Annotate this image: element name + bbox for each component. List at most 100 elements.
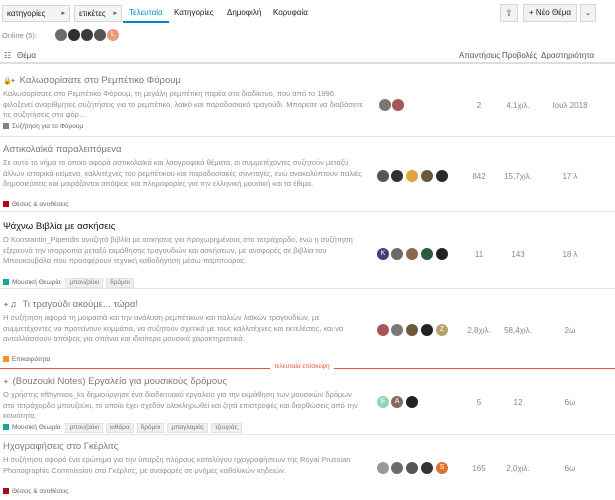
activity-time[interactable]: 6ω bbox=[545, 464, 595, 473]
topic-title: Καλωσορίσατε στο Ρεμπέτικο Φόρουμ bbox=[19, 75, 181, 86]
tab-top-popular[interactable]: Δημοφιλή bbox=[221, 5, 267, 23]
tag[interactable]: τζουράς bbox=[211, 423, 242, 433]
replies-count[interactable]: 842 bbox=[459, 172, 499, 181]
avatar[interactable] bbox=[379, 99, 391, 111]
avatar[interactable]: S bbox=[436, 462, 448, 474]
topic-row: ✦ (Bouzouki Notes) Εργαλείο για μουσικού… bbox=[0, 371, 615, 435]
avatar[interactable]: L bbox=[107, 29, 119, 41]
topic-title: Τι τραγούδι ακούμε... τώρα! bbox=[22, 299, 139, 310]
replies-count[interactable]: 11 bbox=[459, 250, 499, 259]
topic-list-header: ☷ Θέμα Απαντήσεις Προβολές Δραστηριότητα bbox=[0, 48, 615, 64]
tag[interactable]: μπαγλαμάς bbox=[167, 423, 209, 433]
avatar[interactable] bbox=[406, 462, 418, 474]
avatar[interactable] bbox=[391, 170, 403, 182]
topic-row: ✦♫ Τι τραγούδι ακούμε... τώρα! Η συζήτησ… bbox=[0, 290, 615, 367]
topic-meta: Θέσεις & αντιθέσεις bbox=[3, 488, 68, 495]
header-activity[interactable]: Δραστηριότητα bbox=[541, 51, 594, 60]
avatar[interactable] bbox=[81, 29, 93, 41]
new-topic-button[interactable]: + Νέο Θέμα bbox=[523, 4, 577, 22]
topic-title-link[interactable]: Αστικολαϊκά παραλειπόμενα bbox=[3, 144, 121, 155]
header-replies[interactable]: Απαντήσεις bbox=[459, 51, 500, 60]
topic-excerpt[interactable]: Ο Konstantin_Piperidis αναζητά βιβλία με… bbox=[3, 235, 363, 277]
topic-meta: Επικαιρότητα bbox=[3, 356, 50, 363]
category-link[interactable]: Μουσική Θεωρία bbox=[12, 424, 61, 431]
category-link[interactable]: Θέσεις & αντιθέσεις bbox=[12, 201, 68, 208]
avatar[interactable]: Z bbox=[436, 324, 448, 336]
topic-title: (Bouzouki Notes) Εργαλείο για μουσικούς … bbox=[12, 376, 227, 387]
topic-title: Ηχογραφήσεις στο Γκέρλιτς bbox=[3, 441, 119, 452]
bookmark-button[interactable]: ⇪ bbox=[500, 4, 518, 22]
category-link[interactable]: Μουσική Θεωρία bbox=[12, 279, 61, 286]
avatar[interactable] bbox=[421, 170, 433, 182]
topic-row: Ηχογραφήσεις στο Γκέρλιτς Η συζήτηση αφο… bbox=[0, 436, 615, 500]
tag[interactable]: μπουζούκι bbox=[65, 423, 104, 433]
category-link[interactable]: Επικαιρότητα bbox=[12, 356, 50, 363]
topic-title-link[interactable]: 🔒✦ Καλωσορίσατε στο Ρεμπέτικο Φόρουμ bbox=[3, 75, 181, 86]
categories-dropdown[interactable]: κατηγορίες ▸ bbox=[2, 5, 70, 22]
replies-count[interactable]: 2 bbox=[459, 101, 499, 110]
replies-count[interactable]: 165 bbox=[459, 464, 499, 473]
tab-top[interactable]: Κορυφαία bbox=[267, 5, 314, 23]
activity-time[interactable]: 17 λ bbox=[545, 172, 595, 181]
avatar[interactable] bbox=[421, 324, 433, 336]
topic-excerpt[interactable]: Η συζήτηση αφορά τη μοιρασιά και την ανά… bbox=[3, 313, 363, 355]
more-options-button[interactable]: ⌄ bbox=[580, 4, 596, 22]
avatar[interactable] bbox=[55, 29, 67, 41]
topic-title-link[interactable]: Ηχογραφήσεις στο Γκέρλιτς bbox=[3, 441, 118, 452]
caret-right-icon: ▸ bbox=[61, 10, 65, 17]
avatar[interactable] bbox=[421, 462, 433, 474]
tag[interactable]: δρόμοι bbox=[106, 278, 134, 288]
activity-time[interactable]: 6ω bbox=[545, 398, 595, 407]
topic-title-link[interactable]: Ψάχνω Βιβλία με ασκήσεις bbox=[3, 221, 115, 232]
category-link[interactable]: Συζήτηση για το Φόρουμ bbox=[12, 123, 83, 130]
views-count: 4,1χιλ. bbox=[506, 101, 530, 110]
chevron-down-icon: ⌄ bbox=[585, 10, 591, 17]
avatar[interactable]: A bbox=[391, 396, 403, 408]
avatar[interactable] bbox=[436, 170, 448, 182]
topic-excerpt[interactable]: Σε αυτό το νήμα το οποίο αφορά αστικολαϊ… bbox=[3, 158, 363, 200]
avatar[interactable] bbox=[68, 29, 80, 41]
header-topic[interactable]: Θέμα bbox=[17, 51, 36, 60]
category-link[interactable]: Θέσεις & αντιθέσεις bbox=[12, 488, 68, 495]
avatar[interactable] bbox=[406, 324, 418, 336]
replies-count[interactable]: 5 bbox=[459, 398, 499, 407]
tab-categories[interactable]: Κατηγορίες bbox=[168, 5, 220, 23]
avatar[interactable]: K bbox=[377, 248, 389, 260]
top-navigation: κατηγορίες ▸ ετικέτες ▸ Τελευταία Κατηγο… bbox=[0, 0, 615, 26]
topic-title-link[interactable]: ✦ (Bouzouki Notes) Εργαλείο για μουσικού… bbox=[3, 376, 227, 387]
tag[interactable]: κιθάρα bbox=[106, 423, 134, 433]
topic-title-link[interactable]: ✦♫ Τι τραγούδι ακούμε... τώρα! bbox=[3, 299, 138, 310]
activity-time[interactable]: 18 λ bbox=[545, 250, 595, 259]
topic-excerpt[interactable]: Η συζήτηση αφορά ένα ερώτημα για την ύπα… bbox=[3, 455, 363, 487]
avatar[interactable] bbox=[406, 248, 418, 260]
topic-excerpt[interactable]: Καλωσορίσατε στο Ρεμπέτικο Φόρουμ, τη με… bbox=[3, 89, 363, 121]
tag[interactable]: μπουζούκι bbox=[65, 278, 104, 288]
topic-excerpt[interactable]: Ο χρήστης efthymios_ks δημιούργησε ένα δ… bbox=[3, 390, 363, 422]
avatar[interactable] bbox=[377, 324, 389, 336]
avatar[interactable] bbox=[377, 170, 389, 182]
avatar[interactable] bbox=[406, 170, 418, 182]
avatar[interactable] bbox=[406, 396, 418, 408]
header-views[interactable]: Προβολές bbox=[502, 51, 537, 60]
topic-row: Ψάχνω Βιβλία με ασκήσεις Ο Konstantin_Pi… bbox=[0, 213, 615, 289]
avatar[interactable] bbox=[392, 99, 404, 111]
list-icon: ☷ bbox=[4, 51, 12, 60]
avatar[interactable] bbox=[391, 324, 403, 336]
tag[interactable]: δρόμοι bbox=[136, 423, 165, 433]
avatar[interactable] bbox=[436, 248, 448, 260]
avatar[interactable] bbox=[377, 462, 389, 474]
avatar[interactable] bbox=[421, 248, 433, 260]
activity-time[interactable]: Ιουλ 2018 bbox=[545, 101, 595, 110]
tab-latest[interactable]: Τελευταία bbox=[123, 5, 169, 23]
avatar[interactable] bbox=[391, 248, 403, 260]
tags-dropdown[interactable]: ετικέτες ▸ bbox=[74, 5, 122, 22]
topic-title: Ψάχνω Βιβλία με ασκήσεις bbox=[3, 221, 116, 232]
replies-count[interactable]: 2,8χιλ. bbox=[459, 326, 499, 335]
category-badge-icon bbox=[3, 201, 9, 207]
topic-row: Αστικολαϊκά παραλειπόμενα Σε αυτό το νήμ… bbox=[0, 138, 615, 212]
plus-icon: + bbox=[529, 8, 534, 17]
avatar[interactable]: E bbox=[377, 396, 389, 408]
avatar[interactable] bbox=[391, 462, 403, 474]
activity-time[interactable]: 2ω bbox=[545, 326, 595, 335]
avatar[interactable] bbox=[94, 29, 106, 41]
